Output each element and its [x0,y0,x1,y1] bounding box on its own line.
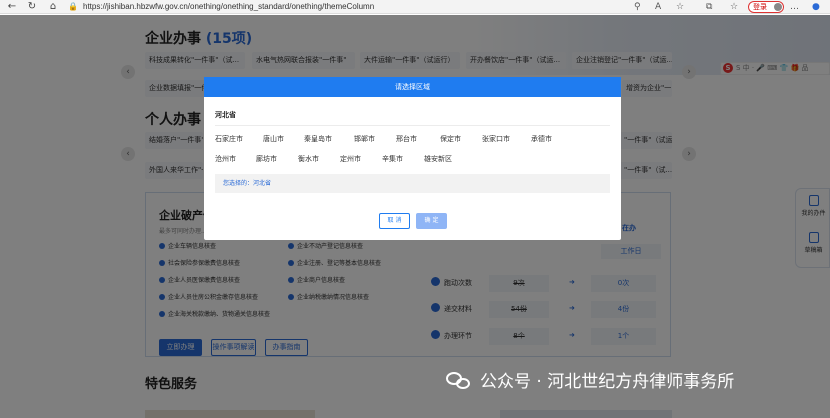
refresh-icon[interactable]: ↻ [26,1,38,13]
more-icon[interactable]: … [790,1,799,13]
copilot-icon[interactable]: ● [812,1,820,13]
city-option[interactable]: 邯郸市 [354,134,375,144]
split-screen-icon[interactable]: ⧉ [706,1,712,13]
favorites-icon[interactable]: ☆ [730,1,738,13]
browser-toolbar: ← ↻ ⌂ 🔒 https://jishiban.hbzwfw.gov.cn/o… [0,0,830,14]
lock-icon: 🔒 [68,2,78,11]
city-option[interactable]: 承德市 [531,134,552,144]
city-option[interactable]: 定州市 [340,154,361,164]
home-icon[interactable]: ⌂ [47,1,59,13]
zoom-icon[interactable]: ⚲ [634,1,641,13]
wechat-icon [446,372,472,390]
city-option[interactable]: 保定市 [440,134,461,144]
favorite-star-icon[interactable]: ☆ [676,1,684,13]
address-bar[interactable]: https://jishiban.hbzwfw.gov.cn/onething/… [83,1,603,13]
city-option[interactable]: 衡水市 [298,154,319,164]
city-option[interactable]: 石家庄市 [215,134,243,144]
city-option[interactable]: 邢台市 [396,134,417,144]
city-option[interactable]: 唐山市 [263,134,284,144]
region-select-dialog: 请选择区域 河北省 石家庄市 唐山市 秦皇岛市 邯郸市 邢台市 保定市 张家口市… [204,77,621,240]
wechat-watermark: 公众号 · 河北世纪方舟律师事务所 [446,370,734,394]
cancel-button[interactable]: 取 消 [379,213,410,229]
divider [215,125,610,126]
city-option[interactable]: 雄安新区 [424,154,452,164]
city-option[interactable]: 张家口市 [482,134,510,144]
city-option[interactable]: 秦皇岛市 [304,134,332,144]
city-option[interactable]: 廊坊市 [256,154,277,164]
city-option[interactable]: 辛集市 [382,154,403,164]
read-aloud-icon[interactable]: A [655,1,661,13]
city-option[interactable]: 沧州市 [215,154,236,164]
avatar [774,3,782,11]
province-label[interactable]: 河北省 [215,110,236,120]
dialog-title: 请选择区域 [204,77,621,97]
confirm-button[interactable]: 确 定 [416,213,447,229]
login-button[interactable]: 登录 [748,1,784,13]
selected-region: 您选择的：河北省 [215,174,610,193]
back-icon[interactable]: ← [6,1,18,13]
